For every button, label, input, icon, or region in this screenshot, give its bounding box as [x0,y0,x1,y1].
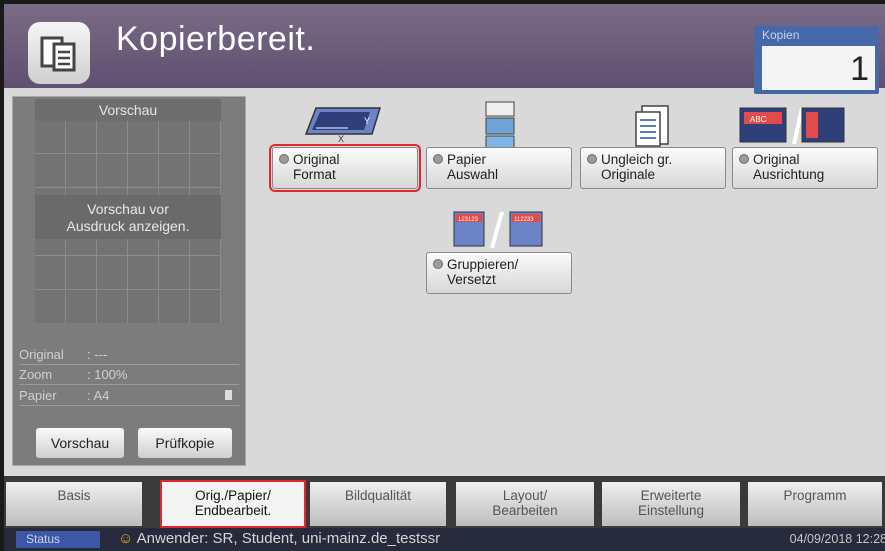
svg-text:ABC: ABC [750,115,767,124]
preview-button[interactable]: Vorschau [35,427,125,459]
tab-label: Bildqualität [344,488,412,503]
user-icon: ☺ [118,530,137,547]
indicator-dot [739,154,749,164]
info-zoom-label: Zoom [19,367,53,382]
collate-offset-button[interactable]: Gruppieren/ Versetzt [426,252,572,294]
copier-screen: Kopierbereit. Kopien 1 Vorschau Vorschau… [4,4,885,551]
svg-text:X: X [338,134,344,144]
indicator-dot [587,154,597,164]
tab-label: Basis [57,488,91,503]
preview-title: Vorschau [35,99,221,121]
svg-text:123123: 123123 [458,217,479,223]
tab-label: Endbearbeit. [194,503,272,518]
mixed-originals-button[interactable]: Ungleich gr. Originale [580,147,726,189]
button-label: Original [753,152,800,167]
tab-label: Bearbeiten [492,503,558,518]
divider [19,405,239,406]
info-zoom-value: : 100% [87,367,128,382]
divider [19,384,239,385]
tab-layout-edit[interactable]: Layout/ Bearbeiten [456,482,594,526]
info-zoom: Zoom : 100% [19,367,127,382]
svg-text:Y: Y [364,116,370,126]
status-bar: Status ☺ Anwender: SR, Student, uni-main… [4,528,885,551]
proof-copy-button[interactable]: Prüfkopie [137,427,233,459]
preview-message-line2: Ausdruck anzeigen. [66,218,190,234]
svg-text:112233: 112233 [514,217,534,223]
tab-label: Layout/ [502,488,548,503]
paper-sheet-icon [225,390,232,400]
button-label: Versetzt [447,272,496,287]
paper-select-button[interactable]: Papier Auswahl [426,147,572,189]
indicator-dot [279,154,289,164]
orientation-button[interactable]: Original Ausrichtung [732,147,878,189]
copy-documents-icon [28,22,90,84]
preview-panel: Vorschau Vorschau vor Ausdruck anzeigen.… [12,96,246,466]
button-label: Ausrichtung [753,167,825,182]
tab-bar: Basis Orig./Papier/ Endbearbeit. Bildqua… [4,476,885,528]
button-label: Original [293,152,340,167]
orientation-icon: ABC [736,104,848,153]
info-paper: Papier : A4 [19,388,109,403]
copies-value[interactable]: 1 [762,46,875,90]
copies-label: Kopien [762,28,800,42]
info-original: Original : --- [19,347,107,362]
button-label: Auswahl [447,167,499,182]
indicator-dot [433,259,443,269]
copies-field[interactable]: Kopien 1 [754,26,879,94]
tab-advanced-settings[interactable]: Erweiterte Einstellung [602,482,740,526]
button-label: Originale [601,167,656,182]
tab-label: Programm [783,488,847,503]
info-paper-value: : A4 [87,388,110,403]
tab-label: Einstellung [637,503,705,518]
page-title: Kopierbereit. [116,20,316,58]
tab-basis[interactable]: Basis [6,482,142,526]
header-bar: Kopierbereit. Kopien 1 [4,4,885,94]
mixed-originals-icon [632,104,674,153]
tab-label: Erweiterte [640,488,702,503]
tab-original-paper-finishing[interactable]: Orig./Papier/ Endbearbeit. [160,480,306,528]
button-label: Papier [447,152,487,167]
button-label: Ungleich gr. [601,152,673,167]
tab-label: Orig./Papier/ [195,488,271,503]
user-info: ☺ Anwender: SR, Student, uni-mainz.de_te… [118,530,440,547]
date-time: 04/09/2018 12:28 [789,532,885,546]
original-format-button[interactable]: Original Format [269,144,421,192]
collate-icon: 123123 112233 [448,210,554,255]
status-button[interactable]: Status [16,531,100,548]
divider [19,364,239,365]
tab-program[interactable]: Programm [748,482,882,526]
info-paper-label: Papier [19,388,57,403]
preview-message: Vorschau vor Ausdruck anzeigen. [35,195,221,239]
button-label: Format [293,167,336,182]
user-label: Anwender: SR, Student, uni-mainz.de_test… [136,530,441,547]
indicator-dot [433,154,443,164]
tab-image-quality[interactable]: Bildqualität [310,482,446,526]
original-format-icon: Y X [302,104,386,151]
preview-message-line1: Vorschau vor [87,201,169,217]
info-original-value: : --- [87,347,108,362]
button-label: Gruppieren/ [447,257,519,272]
info-original-label: Original [19,347,64,362]
